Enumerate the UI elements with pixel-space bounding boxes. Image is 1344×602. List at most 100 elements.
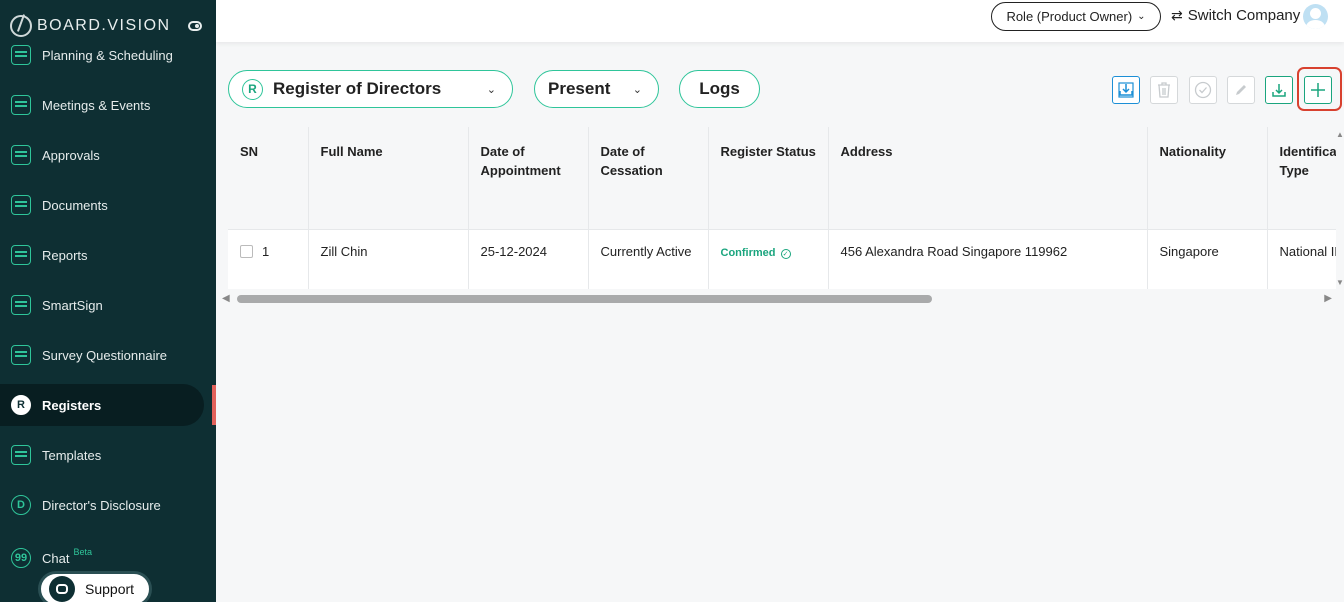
register-type-dropdown[interactable]: R Register of Directors ⌄: [228, 70, 513, 108]
active-indicator: [212, 385, 216, 425]
board-vision-logo-icon: [10, 15, 32, 37]
sidebar-item-approvals[interactable]: Approvals: [0, 134, 204, 176]
sidebar-item-label: Meetings & Events: [42, 97, 151, 113]
row-checkbox[interactable]: [240, 244, 253, 258]
documents-icon: [11, 195, 31, 215]
approve-button[interactable]: [1189, 76, 1217, 104]
status-badge: Confirmed ✓: [721, 247, 791, 259]
chevron-down-icon: ⌄: [486, 83, 496, 96]
switch-company-button[interactable]: ⇄ Switch Company: [1171, 7, 1300, 24]
logs-label: Logs: [699, 79, 740, 98]
check-circle-icon: ✓: [780, 248, 791, 259]
brand: BOARD.VISION: [10, 14, 206, 38]
support-chat-icon: [49, 576, 75, 602]
disclosure-icon: D: [11, 495, 31, 515]
switch-company-label: Switch Company: [1187, 7, 1301, 24]
column-header-full-name[interactable]: Full Name: [308, 127, 469, 229]
register-r-icon: R: [242, 78, 263, 100]
support-button[interactable]: Support: [38, 571, 152, 602]
cell-date-of-cessation: Currently Active: [588, 228, 709, 289]
period-label: Present: [548, 79, 611, 98]
sidebar-item-smartsign[interactable]: SmartSign: [0, 284, 204, 326]
support-label: Support: [85, 581, 135, 597]
edit-button[interactable]: [1227, 76, 1255, 104]
sidebar-item-label: Approvals: [42, 147, 100, 163]
table-row[interactable]: 1 Zill Chin 25-12-2024 Currently Active …: [228, 228, 1336, 289]
column-header-register-status[interactable]: Register Status: [708, 127, 829, 229]
scrollbar-thumb[interactable]: [237, 295, 932, 303]
add-button-highlight: [1297, 67, 1342, 111]
register-table: SN Full Name Date of Appointment Date of…: [228, 127, 1336, 307]
status-label: Confirmed: [720, 246, 776, 259]
edit-icon: [1236, 85, 1246, 95]
column-header-nationality[interactable]: Nationality: [1147, 127, 1268, 229]
user-avatar-icon[interactable]: [1303, 4, 1328, 29]
calendar-icon: [11, 95, 31, 115]
reports-icon: [11, 245, 31, 265]
delete-button[interactable]: [1150, 76, 1178, 104]
import-icon: [1118, 82, 1134, 98]
download-icon: [1272, 84, 1286, 97]
chat-glyph: 99: [14, 552, 28, 564]
cell-sn: 1: [228, 228, 309, 289]
chevron-down-icon: ⌄: [1137, 11, 1146, 22]
table-header-row: SN Full Name Date of Appointment Date of…: [228, 127, 1336, 229]
registers-glyph: R: [17, 399, 25, 411]
column-header-date-of-cessation[interactable]: Date of Cessation: [588, 127, 709, 229]
cell-address: 456 Alexandra Road Singapore 119962: [828, 228, 1148, 289]
sidebar-item-disclosure[interactable]: D Director's Disclosure: [0, 484, 204, 526]
chevron-down-icon: ⌄: [632, 83, 642, 96]
sidebar-item-templates[interactable]: Templates: [0, 434, 204, 476]
scroll-up-arrow-icon[interactable]: ▲: [1336, 130, 1344, 139]
chat-icon: 99: [11, 548, 31, 568]
top-bar: Role (Product Owner) ⌄ ⇄ Switch Company: [216, 0, 1344, 42]
column-header-sn[interactable]: SN: [228, 127, 309, 229]
logs-button[interactable]: Logs: [679, 70, 760, 108]
sidebar: BOARD.VISION Planning & Scheduling Meeti…: [0, 0, 216, 602]
approvals-icon: [11, 145, 31, 165]
sidebar-item-planning[interactable]: Planning & Scheduling: [0, 44, 204, 66]
cell-date-of-appointment: 25-12-2024: [468, 228, 589, 289]
sidebar-item-label: Director's Disclosure: [42, 497, 161, 513]
role-dropdown[interactable]: Role (Product Owner) ⌄: [991, 2, 1161, 31]
sidebar-item-meetings[interactable]: Meetings & Events: [0, 84, 204, 126]
sidebar-item-reports[interactable]: Reports: [0, 234, 204, 276]
pen-icon: [11, 295, 31, 315]
brand-name: BOARD.VISION: [37, 17, 171, 34]
sidebar-item-label: Survey Questionnaire: [42, 347, 168, 363]
register-type-label: Register of Directors: [273, 79, 442, 98]
cell-identification-type: National ID: [1267, 228, 1336, 289]
sidebar-item-label: Templates: [42, 447, 102, 463]
calendar-grid-icon: [11, 45, 31, 65]
role-label: Role (Product Owner): [1006, 9, 1133, 24]
column-header-address[interactable]: Address: [828, 127, 1148, 229]
sidebar-item-label: SmartSign: [42, 297, 103, 313]
column-header-identification-type[interactable]: Identification Type: [1267, 127, 1336, 229]
sidebar-item-label: Planning & Scheduling: [42, 47, 173, 63]
scroll-left-arrow-icon[interactable]: ◀: [222, 293, 230, 304]
delete-icon: [1158, 82, 1170, 98]
sidebar-item-label: Registers: [42, 397, 102, 413]
column-header-date-of-appointment[interactable]: Date of Appointment: [468, 127, 589, 229]
scroll-down-arrow-icon[interactable]: ▼: [1336, 278, 1344, 287]
cell-nationality: Singapore: [1147, 228, 1268, 289]
sidebar-item-label: Chat: [42, 550, 70, 566]
sn-value: 1: [262, 243, 270, 259]
cell-register-status: Confirmed ✓: [708, 228, 829, 289]
period-dropdown[interactable]: Present ⌄: [534, 70, 659, 108]
scroll-right-arrow-icon[interactable]: ▶: [1324, 293, 1332, 304]
download-button[interactable]: [1265, 76, 1293, 104]
sidebar-item-registers[interactable]: R Registers: [0, 384, 204, 426]
registers-icon: R: [11, 395, 31, 415]
beta-badge: Beta: [73, 547, 92, 557]
sidebar-item-documents[interactable]: Documents: [0, 184, 204, 226]
approve-icon: [1194, 81, 1212, 99]
sidebar-toggle-icon[interactable]: [188, 21, 202, 31]
templates-icon: [11, 445, 31, 465]
sidebar-item-label: Reports: [42, 247, 88, 263]
horizontal-scrollbar[interactable]: ◀ ▶: [222, 292, 1334, 306]
disclosure-glyph: D: [17, 499, 25, 511]
sidebar-item-survey[interactable]: Survey Questionnaire: [0, 334, 204, 376]
swap-icon: ⇄: [1171, 7, 1183, 23]
import-button[interactable]: [1112, 76, 1140, 104]
